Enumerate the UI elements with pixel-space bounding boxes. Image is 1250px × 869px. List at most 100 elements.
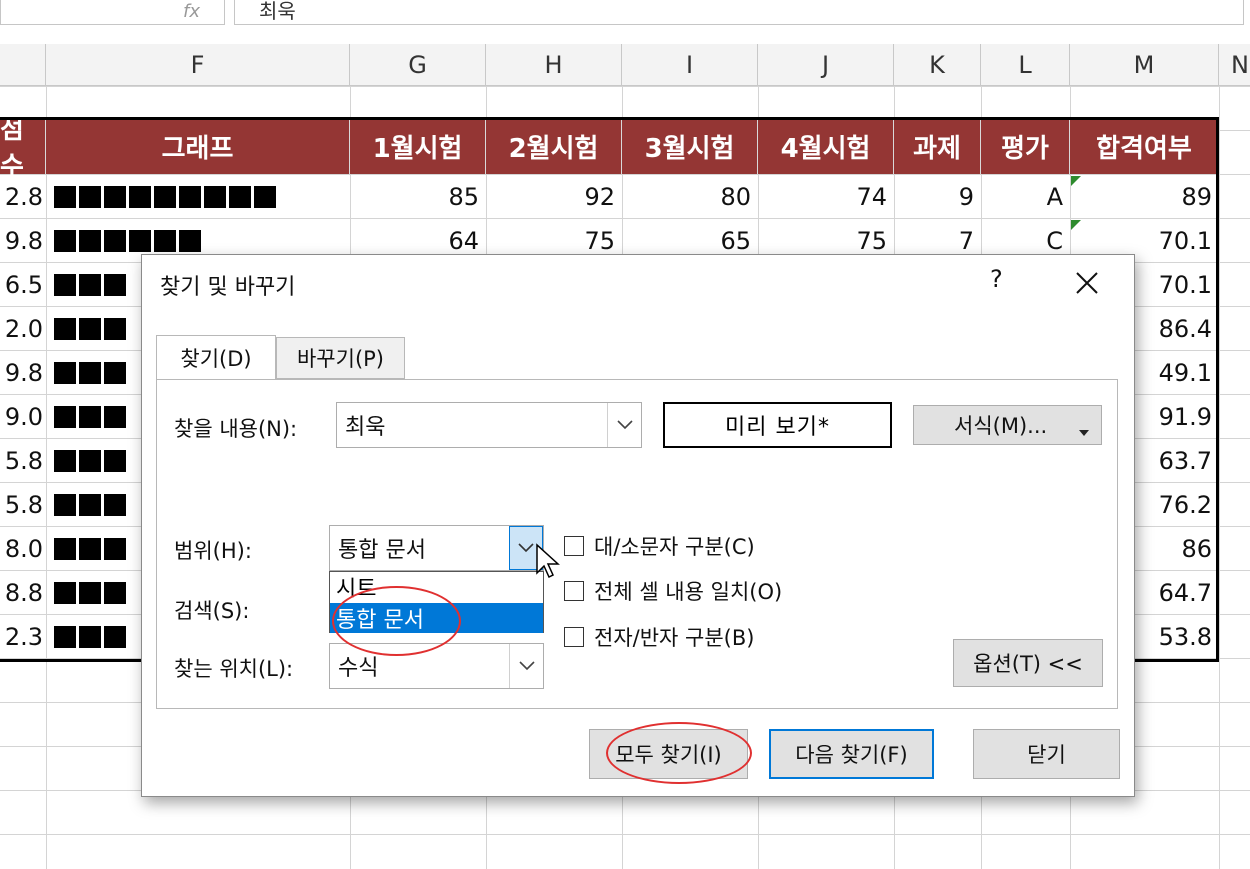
comment-indicator xyxy=(1071,220,1081,230)
cell-score[interactable]: 2.8 xyxy=(0,175,46,219)
graph-block xyxy=(79,538,101,560)
graph-block xyxy=(79,186,101,208)
grid-hline xyxy=(0,834,1250,835)
cell-feb[interactable]: 92 xyxy=(486,175,622,219)
cell-task[interactable]: 9 xyxy=(894,175,981,219)
format-button[interactable]: 서식(M)... xyxy=(913,405,1102,445)
cell-graph[interactable] xyxy=(46,175,350,219)
header-cell-task: 과제 xyxy=(894,118,981,174)
cell-jan[interactable]: 85 xyxy=(350,175,486,219)
tab-find[interactable]: 찾기(D) xyxy=(156,335,276,379)
cell-score[interactable]: 5.8 xyxy=(0,439,46,483)
cell-mar[interactable]: 80 xyxy=(622,175,758,219)
graph-block xyxy=(154,186,176,208)
graph-block xyxy=(79,494,101,516)
graph-block xyxy=(104,274,126,296)
options-button[interactable]: 옵션(T) << xyxy=(953,639,1103,687)
graph-block xyxy=(79,582,101,604)
header-cell-jan: 1월시험 xyxy=(350,118,486,174)
col-header-l[interactable]: L xyxy=(981,44,1070,86)
help-button[interactable]: ? xyxy=(990,265,1003,293)
scope-value: 통합 문서 xyxy=(338,538,426,563)
graph-block xyxy=(79,318,101,340)
header-cell-score: 점수 xyxy=(0,115,46,182)
col-header-m[interactable]: M xyxy=(1070,44,1219,86)
graph-block xyxy=(54,362,76,384)
graph-block xyxy=(204,186,226,208)
look-in-label: 찾는 위치(L): xyxy=(174,657,294,681)
close-button[interactable]: 닫기 xyxy=(973,729,1120,779)
checkbox-box[interactable] xyxy=(564,581,584,601)
graph-block xyxy=(179,186,201,208)
cell-score[interactable]: 6.5 xyxy=(0,263,46,307)
graph-block xyxy=(104,582,126,604)
graph-block xyxy=(104,230,126,252)
header-cell-feb: 2월시험 xyxy=(486,118,622,174)
grid-vline xyxy=(1219,86,1220,869)
graph-block xyxy=(79,450,101,472)
format-preview: 미리 보기* xyxy=(663,402,892,448)
tab-replace[interactable]: 바꾸기(P) xyxy=(276,337,405,379)
graph-block xyxy=(54,406,76,428)
graph-block xyxy=(104,362,126,384)
graph-block xyxy=(104,626,126,648)
header-cell-graph: 그래프 xyxy=(46,118,350,174)
col-header-h[interactable]: H xyxy=(486,44,622,86)
graph-block xyxy=(154,230,176,252)
graph-block xyxy=(104,318,126,340)
formula-input[interactable]: 최욱 xyxy=(234,0,1244,25)
search-by-label: 검색(S): xyxy=(174,599,250,623)
find-what-label: 찾을 내용(N): xyxy=(174,417,298,441)
match-case-label: 대/소문자 구분(C) xyxy=(594,535,755,559)
cell-score[interactable]: 2.3 xyxy=(0,615,46,659)
cell-score[interactable]: 9.8 xyxy=(0,351,46,395)
cell-score[interactable]: 9.8 xyxy=(0,219,46,263)
graph-block xyxy=(179,230,201,252)
match-byte-label: 전자/반자 구분(B) xyxy=(594,626,755,650)
graph-block xyxy=(54,494,76,516)
match-entire-checkbox[interactable]: 전체 셀 내용 일치(O) xyxy=(564,576,782,606)
header-cell-mar: 3월시험 xyxy=(622,118,758,174)
col-header-k[interactable]: K xyxy=(894,44,981,86)
chevron-down-icon[interactable] xyxy=(509,644,543,688)
cell-grade[interactable]: A xyxy=(981,175,1070,219)
match-byte-checkbox[interactable]: 전자/반자 구분(B) xyxy=(564,622,754,652)
col-header-j[interactable]: J xyxy=(758,44,894,86)
match-case-checkbox[interactable]: 대/소문자 구분(C) xyxy=(564,531,755,561)
col-header-i[interactable]: I xyxy=(622,44,758,86)
annotation-circle-find-all xyxy=(606,722,752,784)
col-header-e[interactable] xyxy=(0,44,46,86)
cell-apr[interactable]: 74 xyxy=(758,175,894,219)
checkbox-box[interactable] xyxy=(564,627,584,647)
close-icon[interactable] xyxy=(1060,261,1114,305)
header-cell-apr: 4월시험 xyxy=(758,118,894,174)
cell-score[interactable]: 8.8 xyxy=(0,571,46,615)
chevron-down-icon[interactable] xyxy=(607,403,641,447)
scope-combo[interactable]: 통합 문서 xyxy=(329,525,544,571)
formula-value: 최욱 xyxy=(259,0,296,23)
name-box-area: fx xyxy=(0,0,225,25)
col-header-n[interactable]: N xyxy=(1219,44,1250,86)
checkbox-box[interactable] xyxy=(564,536,584,556)
cell-score[interactable]: 9.0 xyxy=(0,395,46,439)
graph-block xyxy=(254,186,276,208)
graph-block xyxy=(79,406,101,428)
find-next-button[interactable]: 다음 찾기(F) xyxy=(769,729,934,779)
cell-pass[interactable]: 89 xyxy=(1070,175,1219,219)
header-cell-pass: 합격여부 xyxy=(1070,118,1219,174)
dialog-title: 찾기 및 바꾸기 xyxy=(160,275,296,300)
col-header-g[interactable]: G xyxy=(350,44,486,86)
graph-block xyxy=(54,318,76,340)
graph-block xyxy=(79,274,101,296)
graph-block xyxy=(54,274,76,296)
graph-block xyxy=(129,186,151,208)
col-header-f[interactable]: F xyxy=(46,44,350,86)
find-replace-dialog: 찾기 및 바꾸기 ? 찾기(D) 바꾸기(P) 찾을 내용(N): 최욱 미리 … xyxy=(141,254,1135,797)
cell-score[interactable]: 8.0 xyxy=(0,527,46,571)
annotation-circle-scope xyxy=(332,586,461,656)
cell-score[interactable]: 2.0 xyxy=(0,307,46,351)
find-what-combo[interactable]: 최욱 xyxy=(336,402,642,448)
graph-block xyxy=(54,626,76,648)
comment-indicator xyxy=(1071,176,1081,186)
cell-score[interactable]: 5.8 xyxy=(0,483,46,527)
